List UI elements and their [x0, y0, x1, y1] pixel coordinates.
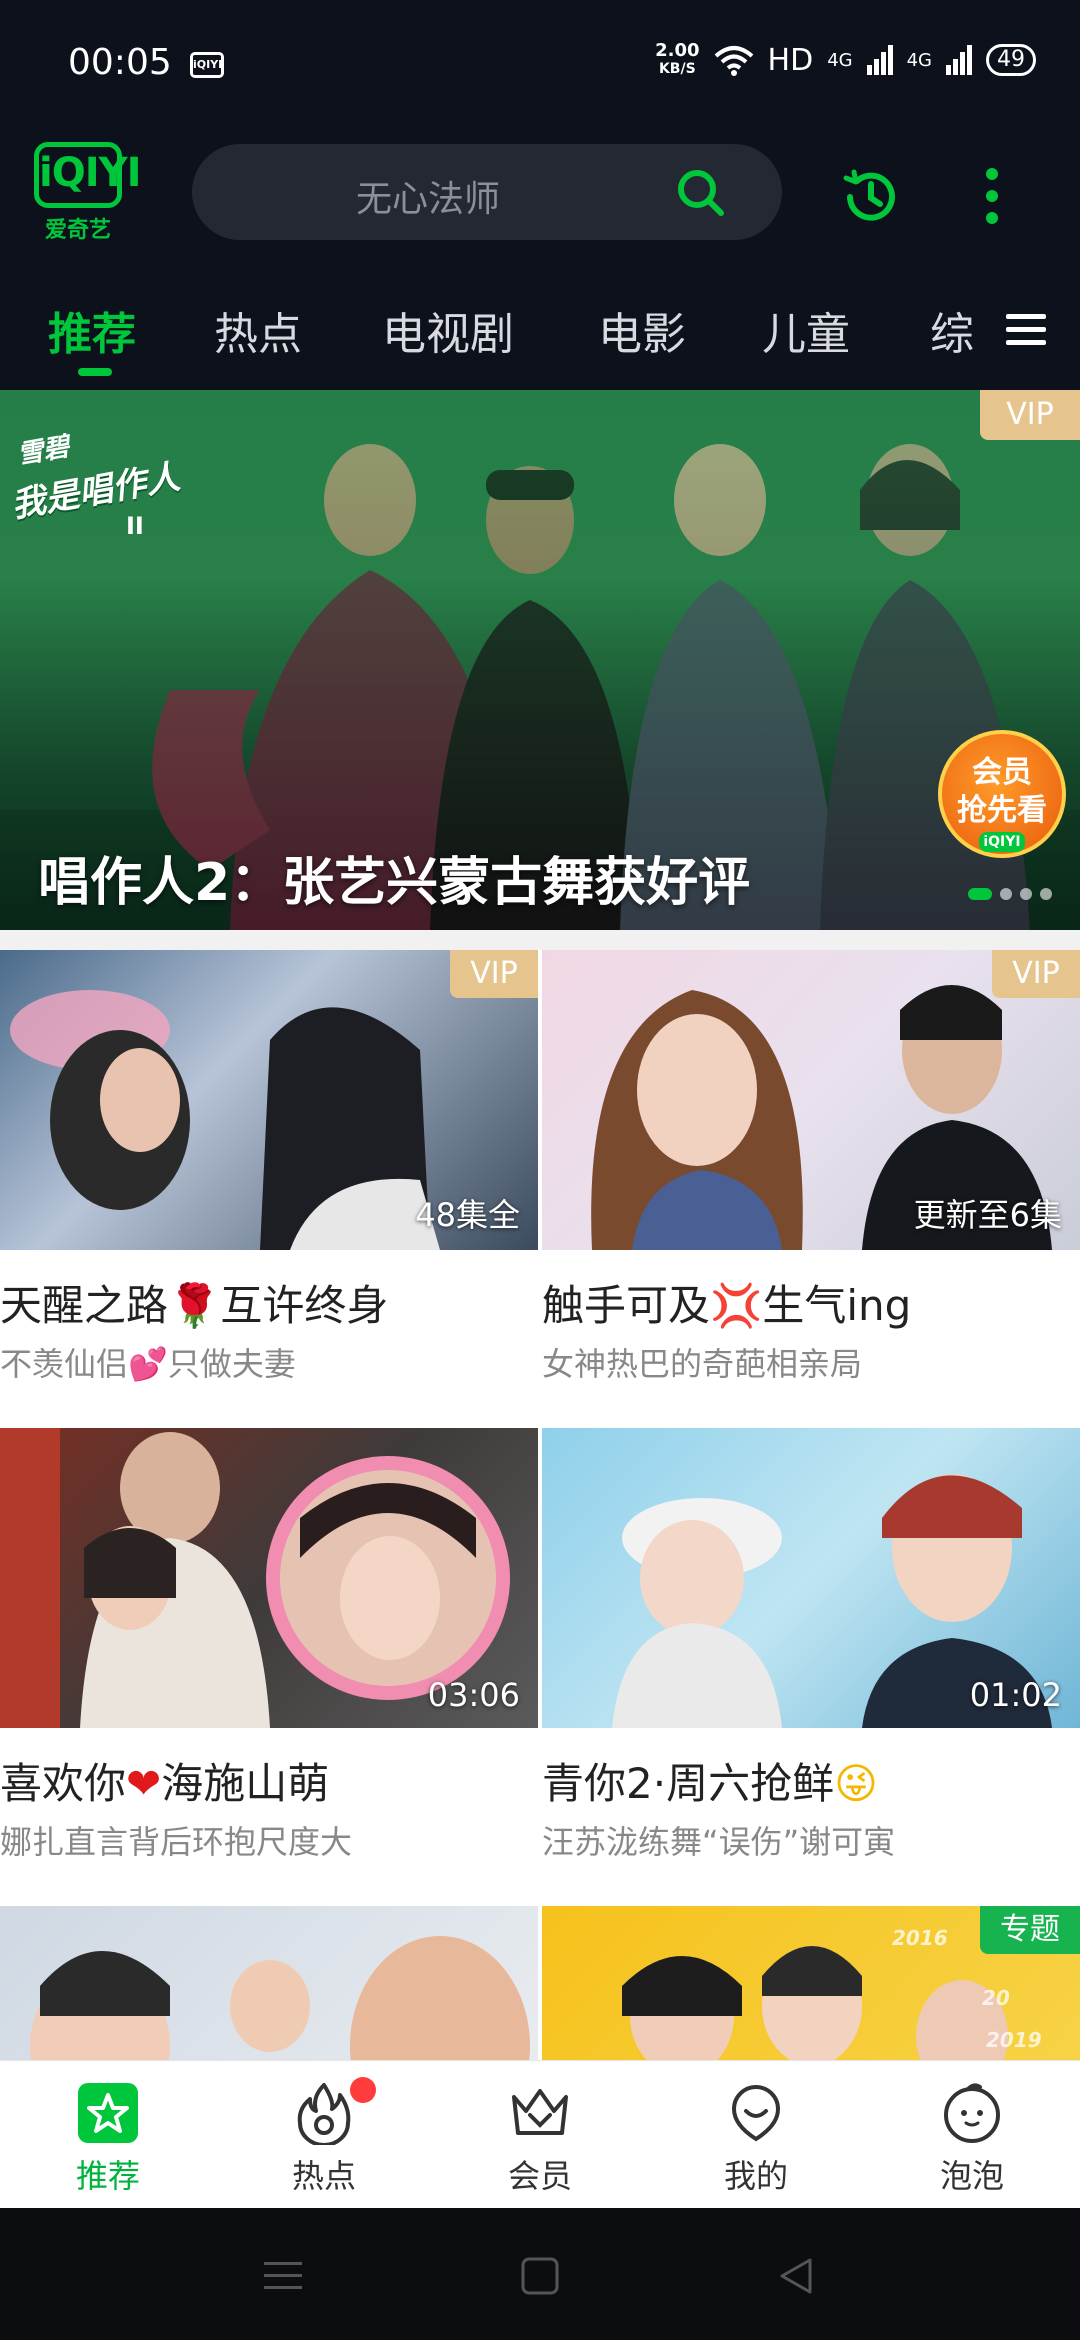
video-thumbnail: 2016 20 2019 2019 专题: [542, 1906, 1080, 2060]
video-duration: 01:02: [969, 1676, 1062, 1714]
logo-subtitle: 爱奇艺: [44, 218, 111, 243]
video-card[interactable]: VIP 48集全 天醒之路🌹互许终身 不羡仙侣💕只做夫妻: [0, 950, 538, 1385]
video-title: 触手可及💢生气ing: [542, 1281, 912, 1330]
nav-bubble[interactable]: 泡泡: [892, 2081, 1052, 2197]
app-notification-icon: iQIYI: [190, 52, 224, 78]
status-time: 00:05: [68, 42, 172, 83]
search-placeholder: 无心法师: [356, 179, 501, 220]
video-title: 喜欢你❤海施山萌: [0, 1759, 330, 1808]
video-card[interactable]: 01:02 青你2·周六抢鲜😜 汪苏泷练舞“误伤”谢可寅: [542, 1428, 1080, 1863]
recommend-icon: [76, 2081, 140, 2145]
signal-1-icon: [866, 45, 893, 75]
signal-2-label: 4G: [906, 49, 932, 71]
pagination-dot: [968, 888, 992, 900]
episode-count: 48集全: [415, 1196, 520, 1234]
video-subtitle: 娜扎直言背后环抱尺度大: [0, 1823, 353, 1861]
nav-hot[interactable]: 热点: [244, 2077, 404, 2197]
video-thumbnail: VIP 更新至6集: [542, 950, 1080, 1250]
anger-icon: 💢: [710, 1281, 763, 1330]
pagination-dot: [1040, 888, 1052, 900]
tab-hot[interactable]: 热点: [214, 298, 302, 362]
wifi-icon: [714, 46, 753, 76]
video-card-partial[interactable]: [0, 1906, 538, 2060]
tab-menu-icon[interactable]: [1006, 312, 1046, 348]
network-speed: 2.00 KB/S: [655, 40, 700, 78]
vip-badge: VIP: [450, 950, 538, 998]
video-subtitle: 女神热巴的奇葩相亲局: [542, 1345, 863, 1383]
show-logo: 雪碧 我是唱作人 II: [8, 431, 183, 540]
vip-badge: VIP: [980, 390, 1080, 440]
pagination-dot: [1000, 888, 1012, 900]
home-icon[interactable]: [520, 2256, 560, 2296]
notification-dot: [350, 2077, 376, 2103]
bottom-navigation: 推荐 热点 会员 我的 泡泡: [0, 2060, 1080, 2208]
tab-recommend[interactable]: 推荐: [48, 298, 136, 362]
system-navigation-bar: [0, 2208, 1080, 2340]
tab-movies[interactable]: 电影: [598, 298, 686, 362]
back-icon[interactable]: [776, 2256, 816, 2296]
video-card-partial[interactable]: 2016 20 2019 2019 专题: [542, 1906, 1080, 2060]
search-icon[interactable]: [674, 166, 726, 218]
rose-icon: 🌹: [168, 1281, 221, 1330]
recent-apps-icon[interactable]: [262, 2256, 304, 2296]
year-label: 2016: [892, 1926, 948, 1950]
active-tab-indicator: [78, 368, 112, 376]
video-card[interactable]: VIP 更新至6集 触手可及💢生气ing 女神热巴的奇葩相亲局: [542, 950, 1080, 1385]
iqiyi-logo[interactable]: iQIYI 爱奇艺: [34, 142, 141, 244]
member-first-badge: 会员 抢先看 iQIYI: [938, 730, 1066, 858]
section-divider: [0, 930, 1080, 950]
nav-recommend[interactable]: 推荐: [28, 2081, 188, 2197]
signal-1-label: 4G: [827, 49, 853, 71]
video-thumbnail: [0, 1906, 538, 2060]
video-thumbnail: VIP 48集全: [0, 950, 538, 1250]
wink-face-icon: 😜: [834, 1759, 878, 1808]
video-duration: 03:06: [427, 1676, 520, 1714]
year-label: 20: [982, 1986, 1010, 2010]
video-title: 青你2·周六抢鲜😜: [542, 1759, 878, 1808]
topic-badge: 专题: [980, 1906, 1080, 1954]
tab-variety-partial[interactable]: 综: [930, 298, 974, 362]
tab-tv-series[interactable]: 电视剧: [382, 298, 514, 362]
year-label: 2019: [986, 2028, 1042, 2052]
heart-icon: ❤: [126, 1759, 162, 1808]
featured-banner[interactable]: 雪碧 我是唱作人 II VIP 会员 抢先看 iQIYI 唱作人2：张艺兴蒙古舞…: [0, 390, 1080, 930]
flame-icon: [292, 2077, 376, 2147]
crown-icon: [508, 2081, 572, 2145]
more-options-icon[interactable]: [972, 164, 1012, 228]
profile-icon: [724, 2081, 788, 2145]
logo-mark: iQIYI: [34, 142, 141, 208]
status-icons: 2.00 KB/S HD 4G 4G 49: [655, 42, 1036, 78]
category-tabs: 推荐 热点 电视剧 电影 儿童 综: [0, 260, 1080, 390]
hearts-icon: 💕: [128, 1345, 168, 1383]
battery-icon: 49: [986, 44, 1036, 76]
banner-title: 唱作人2：张艺兴蒙古舞获好评: [38, 853, 751, 913]
nav-mine[interactable]: 我的: [676, 2081, 836, 2197]
video-thumbnail: 03:06: [0, 1428, 538, 1728]
history-icon[interactable]: [840, 166, 902, 228]
search-bar[interactable]: 无心法师: [192, 144, 782, 240]
video-title: 天醒之路🌹互许终身: [0, 1281, 389, 1330]
video-thumbnail: 01:02: [542, 1428, 1080, 1728]
video-subtitle: 不羡仙侣💕只做夫妻: [0, 1345, 296, 1383]
banner-pagination: [968, 888, 1052, 900]
status-bar: 00:05 iQIYI 2.00 KB/S HD 4G 4G 49: [0, 0, 1080, 130]
bubble-face-icon: [940, 2081, 1004, 2145]
hd-indicator: HD: [767, 42, 814, 78]
thumbnail-art: [30, 1936, 530, 2060]
nav-vip[interactable]: 会员: [460, 2081, 620, 2197]
video-card[interactable]: 03:06 喜欢你❤海施山萌 娜扎直言背后环抱尺度大: [0, 1428, 538, 1863]
vip-badge: VIP: [992, 950, 1080, 998]
app-header: iQIYI 爱奇艺 无心法师: [0, 130, 1080, 260]
signal-2-icon: [946, 45, 972, 75]
episode-update: 更新至6集: [913, 1196, 1062, 1234]
tab-kids[interactable]: 儿童: [762, 298, 850, 362]
video-subtitle: 汪苏泷练舞“误伤”谢可寅: [542, 1823, 896, 1861]
pagination-dot: [1020, 888, 1032, 900]
